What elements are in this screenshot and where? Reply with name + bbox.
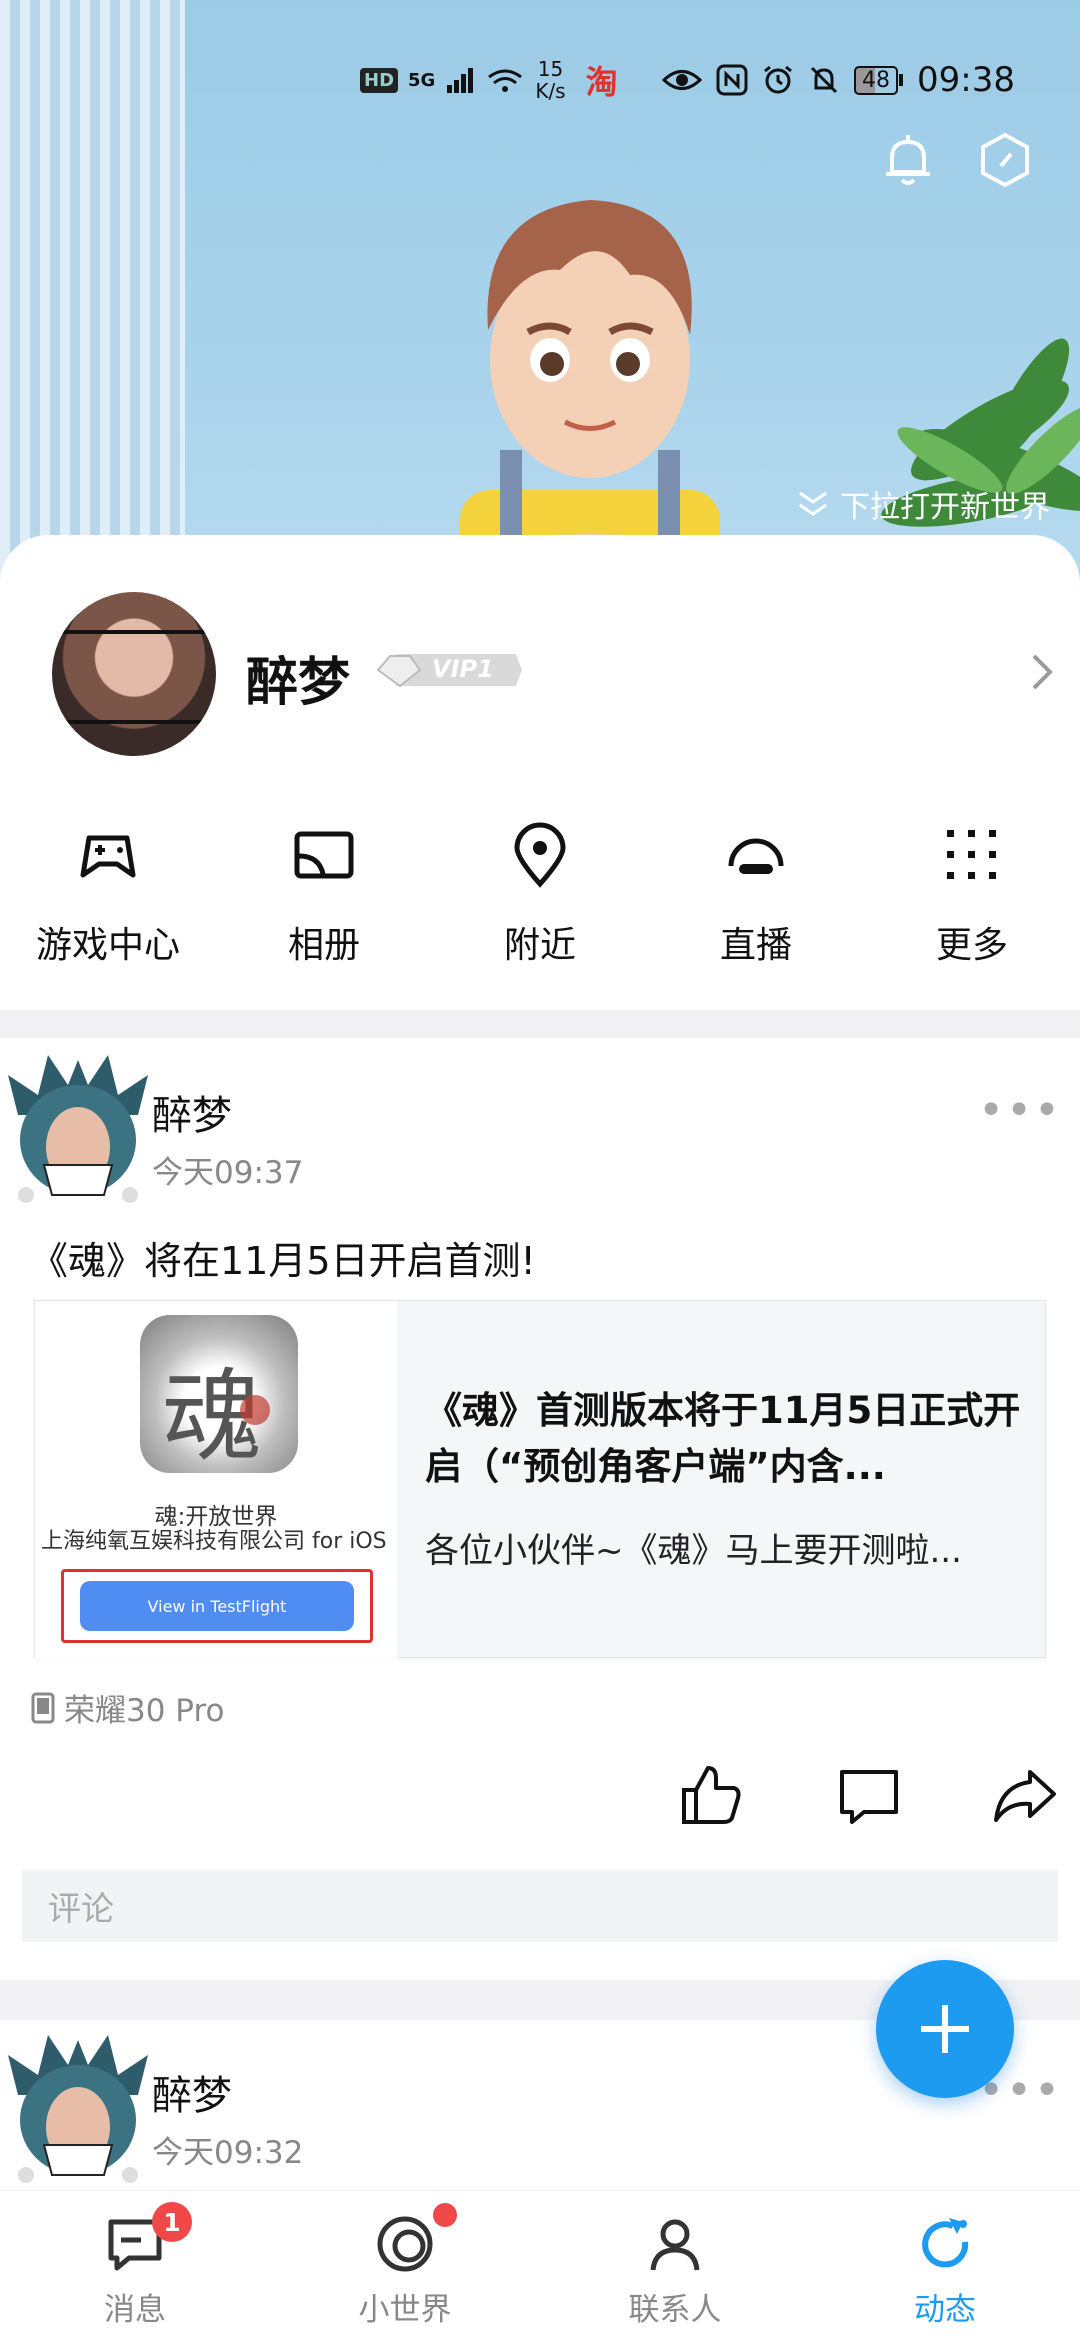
nav-contacts[interactable]: 联系人 (575, 2212, 775, 2329)
pull-down-hint: 下拉打开新世界 (796, 482, 1050, 526)
album-icon (294, 831, 354, 879)
clock: 09:38 (917, 60, 1015, 100)
net-speed-value: 15 (537, 57, 564, 81)
notification-bell-icon[interactable] (878, 130, 938, 190)
link-description: 各位小伙伴~《魂》马上要开测啦... (425, 1531, 962, 1571)
phone-icon (31, 1692, 55, 1723)
profile-avatar[interactable] (52, 592, 216, 756)
settings-hexagon-icon[interactable] (975, 130, 1035, 190)
wifi-icon (488, 69, 523, 92)
quick-action-live[interactable]: 直播 (648, 820, 864, 968)
post-author-avatar[interactable] (8, 1055, 148, 1205)
post-time: 今天09:32 (152, 2135, 304, 2171)
gamepad-icon (80, 835, 136, 878)
chevron-right-icon[interactable] (1030, 652, 1054, 692)
device-name: 荣耀30 Pro (64, 1693, 225, 1729)
post-time: 今天09:37 (152, 1155, 304, 1191)
pull-down-hint-text: 下拉打开新世界 (840, 490, 1050, 525)
quick-action-label: 游戏中心 (35, 925, 180, 966)
quick-action-album[interactable]: 相册 (216, 820, 432, 968)
link-thumbnail: 魂 魂:开放世界 上海纯氧互娱科技有限公司 for iOS View in Te… (35, 1301, 397, 1659)
post-author-name[interactable]: 醉梦 (152, 1083, 232, 1141)
post-device: 荣耀30 Pro (30, 1685, 224, 1730)
share-icon[interactable] (990, 1760, 1060, 1830)
nfc-icon (716, 64, 748, 96)
status-bar-right: 48 09:38 (662, 50, 1015, 110)
nav-messages[interactable]: 消息 (35, 2212, 235, 2329)
network-indicator: 5G (408, 69, 436, 91)
new-content-dot (433, 2203, 457, 2227)
more-options-icon[interactable]: ••• (978, 1085, 1062, 1136)
refresh-feed-icon (922, 2218, 969, 2268)
post-author-name[interactable]: 醉梦 (152, 2063, 232, 2121)
cartoon-avatar (460, 200, 720, 580)
like-icon[interactable] (676, 1760, 746, 1830)
vip-badge[interactable]: VIP1 (376, 652, 522, 688)
battery-tip (899, 74, 903, 86)
live-icon (728, 838, 784, 874)
nav-label: 消息 (104, 2292, 166, 2328)
shared-link-card[interactable]: 魂 魂:开放世界 上海纯氧互娱科技有限公司 for iOS View in Te… (34, 1300, 1046, 1659)
taobao-icon: 淘 (585, 63, 618, 101)
compose-post-button[interactable] (876, 1960, 1014, 2098)
curtain-decoration (0, 0, 185, 600)
post-author-avatar[interactable] (8, 2035, 148, 2185)
grid-dots-icon (947, 830, 996, 879)
testflight-button: View in TestFlight (80, 1581, 354, 1631)
signal-icon (447, 68, 474, 93)
net-speed: 15 K/s (535, 58, 565, 102)
quick-action-label: 直播 (719, 925, 792, 966)
status-bar-left: HD 5G 15 K/s 淘 (360, 50, 618, 110)
unread-badge: 1 (152, 2202, 192, 2242)
mute-bell-icon (810, 66, 838, 94)
profile-cover[interactable]: HD 5G 15 K/s 淘 48 09:38 下拉打开新世界 (0, 0, 1080, 600)
quick-action-label: 附近 (503, 925, 576, 966)
alarm-icon (764, 65, 792, 94)
battery-level: 48 (854, 65, 898, 95)
quick-action-more[interactable]: 更多 (864, 820, 1080, 968)
eye-icon (662, 70, 702, 90)
app-company: 上海纯氧互娱科技有限公司 for iOS (41, 1529, 387, 1554)
world-icon (377, 2216, 433, 2272)
plant-decoration (881, 338, 1080, 527)
nav-label: 动态 (914, 2292, 976, 2328)
section-divider (0, 1010, 1080, 1038)
nav-small-world[interactable]: 小世界 (305, 2212, 505, 2329)
link-title: 《魂》首测版本将于11月5日正式开启（“预创角客户端”内含... (425, 1389, 1021, 1488)
location-pin-icon (514, 822, 566, 888)
hd-indicator: HD (360, 67, 399, 93)
quick-action-nearby[interactable]: 附近 (432, 820, 648, 968)
battery-indicator: 48 (854, 65, 903, 95)
quick-action-label: 更多 (935, 925, 1008, 966)
profile-name[interactable]: 醉梦 (246, 640, 350, 715)
nav-label: 小世界 (358, 2292, 452, 2328)
nav-feed[interactable]: 动态 (845, 2212, 1045, 2329)
nav-label: 联系人 (628, 2292, 722, 2328)
quick-action-game-center[interactable]: 游戏中心 (0, 820, 216, 968)
plus-icon (921, 2005, 969, 2053)
comment-input[interactable]: 评论 (22, 1870, 1058, 1942)
net-speed-unit: K/s (535, 79, 566, 103)
contacts-icon (650, 2219, 700, 2271)
double-chevron-down-icon (799, 491, 827, 516)
comment-icon[interactable] (834, 1760, 904, 1830)
post-text: 《魂》将在11月5日开启首测! (30, 1239, 536, 1283)
vip-label: VIP1 (432, 655, 494, 683)
quick-action-label: 相册 (287, 925, 360, 966)
app-icon: 魂 (140, 1315, 298, 1473)
